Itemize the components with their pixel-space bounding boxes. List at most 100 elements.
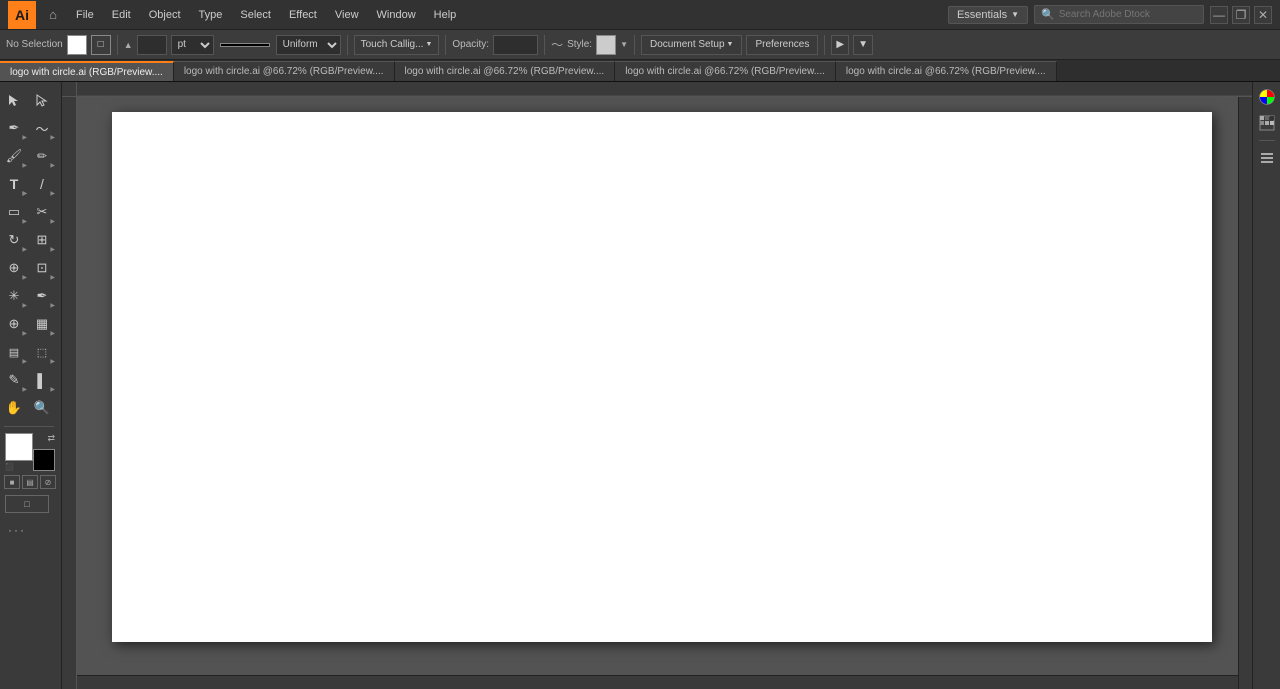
- menu-help[interactable]: Help: [426, 6, 465, 24]
- scrollbar-horizontal[interactable]: [77, 675, 1238, 689]
- blob-brush-tool[interactable]: ✏ ▶: [28, 142, 56, 170]
- warp-sub-arrow: ▶: [22, 274, 27, 281]
- options-bar: No Selection □ ▲ 1 pt px mm Uniform Widt…: [0, 30, 1280, 60]
- more-tools-button[interactable]: ···: [0, 523, 26, 537]
- none-mode-btn[interactable]: ⊘: [40, 475, 56, 489]
- tool-row-pen: ✒ ▶ 〜 ▶: [0, 114, 60, 142]
- paintbrush-sub-arrow: ▶: [22, 162, 27, 169]
- tool-row-rotate: ↻ ▶ ⊞ ▶: [0, 226, 60, 254]
- gradient-mode-btn[interactable]: ▤: [22, 475, 38, 489]
- color-panel-icon[interactable]: [1256, 86, 1278, 108]
- gradient-tool[interactable]: ▤ ▶: [0, 338, 28, 366]
- style-color-swatch[interactable]: [596, 35, 616, 55]
- stroke-unit-select[interactable]: pt px mm: [171, 35, 214, 55]
- rect-tool[interactable]: ▭ ▶: [0, 198, 28, 226]
- zoom-sub-arrow: ▶: [22, 330, 27, 337]
- swatches-panel-icon[interactable]: [1256, 112, 1278, 134]
- doc-tab-4[interactable]: logo with circle.ai @66.72% (RGB/Preview…: [836, 61, 1057, 81]
- zoom-tool[interactable]: 🔍: [28, 394, 56, 422]
- live-paint-tool[interactable]: ⬚ ▶: [28, 338, 56, 366]
- zoom-canvas-tool[interactable]: ⊕ ▶: [0, 310, 28, 338]
- search-input[interactable]: [1059, 9, 1189, 20]
- touch-callig-label: Touch Callig...: [361, 39, 424, 50]
- stroke-color-box[interactable]: [33, 449, 55, 471]
- selection-tool[interactable]: [0, 86, 28, 114]
- canvas-document: [112, 112, 1212, 642]
- essentials-button[interactable]: Essentials ▼: [948, 6, 1028, 24]
- type-tool[interactable]: T ▶: [0, 170, 28, 198]
- ruler-vertical: [62, 97, 77, 689]
- pencil-tool[interactable]: ✎ ▶: [0, 366, 28, 394]
- tool-row-rect: ▭ ▶ ✂ ▶: [0, 198, 60, 226]
- style-dropdown-icon[interactable]: ▼: [620, 40, 628, 49]
- warp-tool[interactable]: ⊕ ▶: [0, 254, 28, 282]
- rotate-tool[interactable]: ↻ ▶: [0, 226, 28, 254]
- blob-sub-arrow: ▶: [50, 162, 55, 169]
- scrollbar-vertical[interactable]: [1238, 97, 1252, 689]
- style-wave-icon: 〜: [551, 36, 563, 53]
- arrange-dropdown-button[interactable]: ▼: [853, 35, 873, 55]
- swap-colors-icon[interactable]: ⇄: [47, 433, 55, 444]
- doc-setup-label: Document Setup: [650, 39, 725, 50]
- doc-tab-3[interactable]: logo with circle.ai @66.72% (RGB/Preview…: [615, 61, 836, 81]
- divider-4: [544, 35, 545, 55]
- shape-builder-tool[interactable]: ⊞ ▶: [28, 226, 56, 254]
- doc-tab-1[interactable]: logo with circle.ai @66.72% (RGB/Preview…: [174, 61, 395, 81]
- color-mode-btn[interactable]: ■: [4, 475, 20, 489]
- home-button[interactable]: ⌂: [42, 4, 64, 26]
- chart-sub-arrow: ▶: [50, 330, 55, 337]
- chart-tool[interactable]: ▦ ▶: [28, 310, 56, 338]
- hand-tool[interactable]: ✋: [0, 394, 28, 422]
- menu-object[interactable]: Object: [141, 6, 189, 24]
- free-transform-tool[interactable]: ⊡ ▶: [28, 254, 56, 282]
- bar-sub-arrow: ▶: [50, 386, 55, 393]
- bar-chart-tool[interactable]: ▌ ▶: [28, 366, 56, 394]
- stroke-arrow-up[interactable]: ▲: [124, 40, 133, 50]
- minimize-button[interactable]: —: [1210, 6, 1228, 24]
- eraser-tool[interactable]: ✂ ▶: [28, 198, 56, 226]
- fill-color-swatch[interactable]: [67, 35, 87, 55]
- opacity-input[interactable]: 100%: [493, 35, 538, 55]
- eyedropper-tool[interactable]: ✒ ▶: [28, 282, 56, 310]
- menu-type[interactable]: Type: [191, 6, 231, 24]
- arrange-button[interactable]: ▶: [831, 35, 849, 55]
- symbol-tool[interactable]: ✳ ▶: [0, 282, 28, 310]
- line-tool[interactable]: / ▶: [28, 170, 56, 198]
- menu-edit[interactable]: Edit: [104, 6, 139, 24]
- menu-file[interactable]: File: [68, 6, 102, 24]
- shape-sub-arrow: ▶: [50, 246, 55, 253]
- stroke-icon[interactable]: □: [91, 35, 111, 55]
- menu-window[interactable]: Window: [369, 6, 424, 24]
- reset-colors-icon[interactable]: ⬛: [5, 463, 14, 471]
- layers-panel-icon[interactable]: [1256, 147, 1278, 169]
- close-button[interactable]: ✕: [1254, 6, 1272, 24]
- tool-row-gradient: ▤ ▶ ⬚ ▶: [0, 338, 60, 366]
- document-setup-button[interactable]: Document Setup ▼: [641, 35, 742, 55]
- direct-selection-tool[interactable]: [28, 86, 56, 114]
- tool-row-measure: ⊕ ▶ ▦ ▶: [0, 310, 60, 338]
- stroke-type-select[interactable]: Uniform Width Profile 1: [276, 35, 341, 55]
- preferences-button[interactable]: Preferences: [746, 35, 818, 55]
- canvas-area[interactable]: [62, 82, 1252, 689]
- menu-select[interactable]: Select: [232, 6, 279, 24]
- menu-view[interactable]: View: [327, 6, 367, 24]
- stroke-line-display: [220, 43, 270, 47]
- curvature-tool[interactable]: 〜 ▶: [28, 114, 56, 142]
- screen-mode-button[interactable]: □: [5, 495, 49, 513]
- curvature-sub-arrow: ▶: [50, 134, 55, 141]
- doc-tab-2[interactable]: logo with circle.ai @66.72% (RGB/Preview…: [395, 61, 616, 81]
- stroke-value-input[interactable]: 1: [137, 35, 167, 55]
- tool-row-hand: ✋ 🔍: [0, 394, 60, 422]
- menu-effect[interactable]: Effect: [281, 6, 325, 24]
- fill-color-box[interactable]: [5, 433, 33, 461]
- doc-tab-0[interactable]: logo with circle.ai (RGB/Preview....: [0, 61, 174, 81]
- eraser-sub-arrow: ▶: [50, 218, 55, 225]
- restore-button[interactable]: ❐: [1232, 6, 1250, 24]
- color-wheel-svg: [1258, 88, 1276, 106]
- paintbrush-tool[interactable]: 🖌 ▶: [0, 142, 28, 170]
- pen-tool[interactable]: ✒ ▶: [0, 114, 28, 142]
- touch-calligraphy-button[interactable]: Touch Callig... ▼: [354, 35, 440, 55]
- divider-5: [634, 35, 635, 55]
- selection-icon: [7, 93, 21, 107]
- rotate-sub-arrow: ▶: [22, 246, 27, 253]
